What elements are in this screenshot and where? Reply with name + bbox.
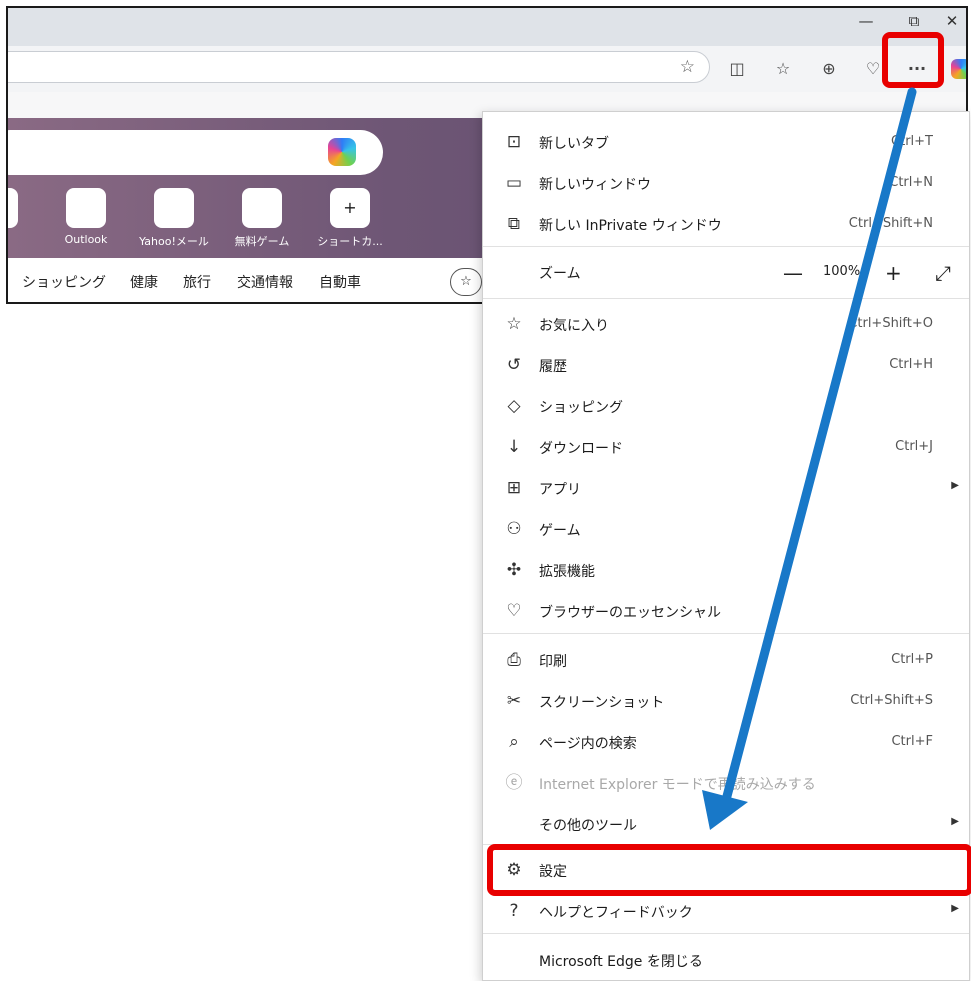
annotation-arrow	[702, 87, 917, 830]
